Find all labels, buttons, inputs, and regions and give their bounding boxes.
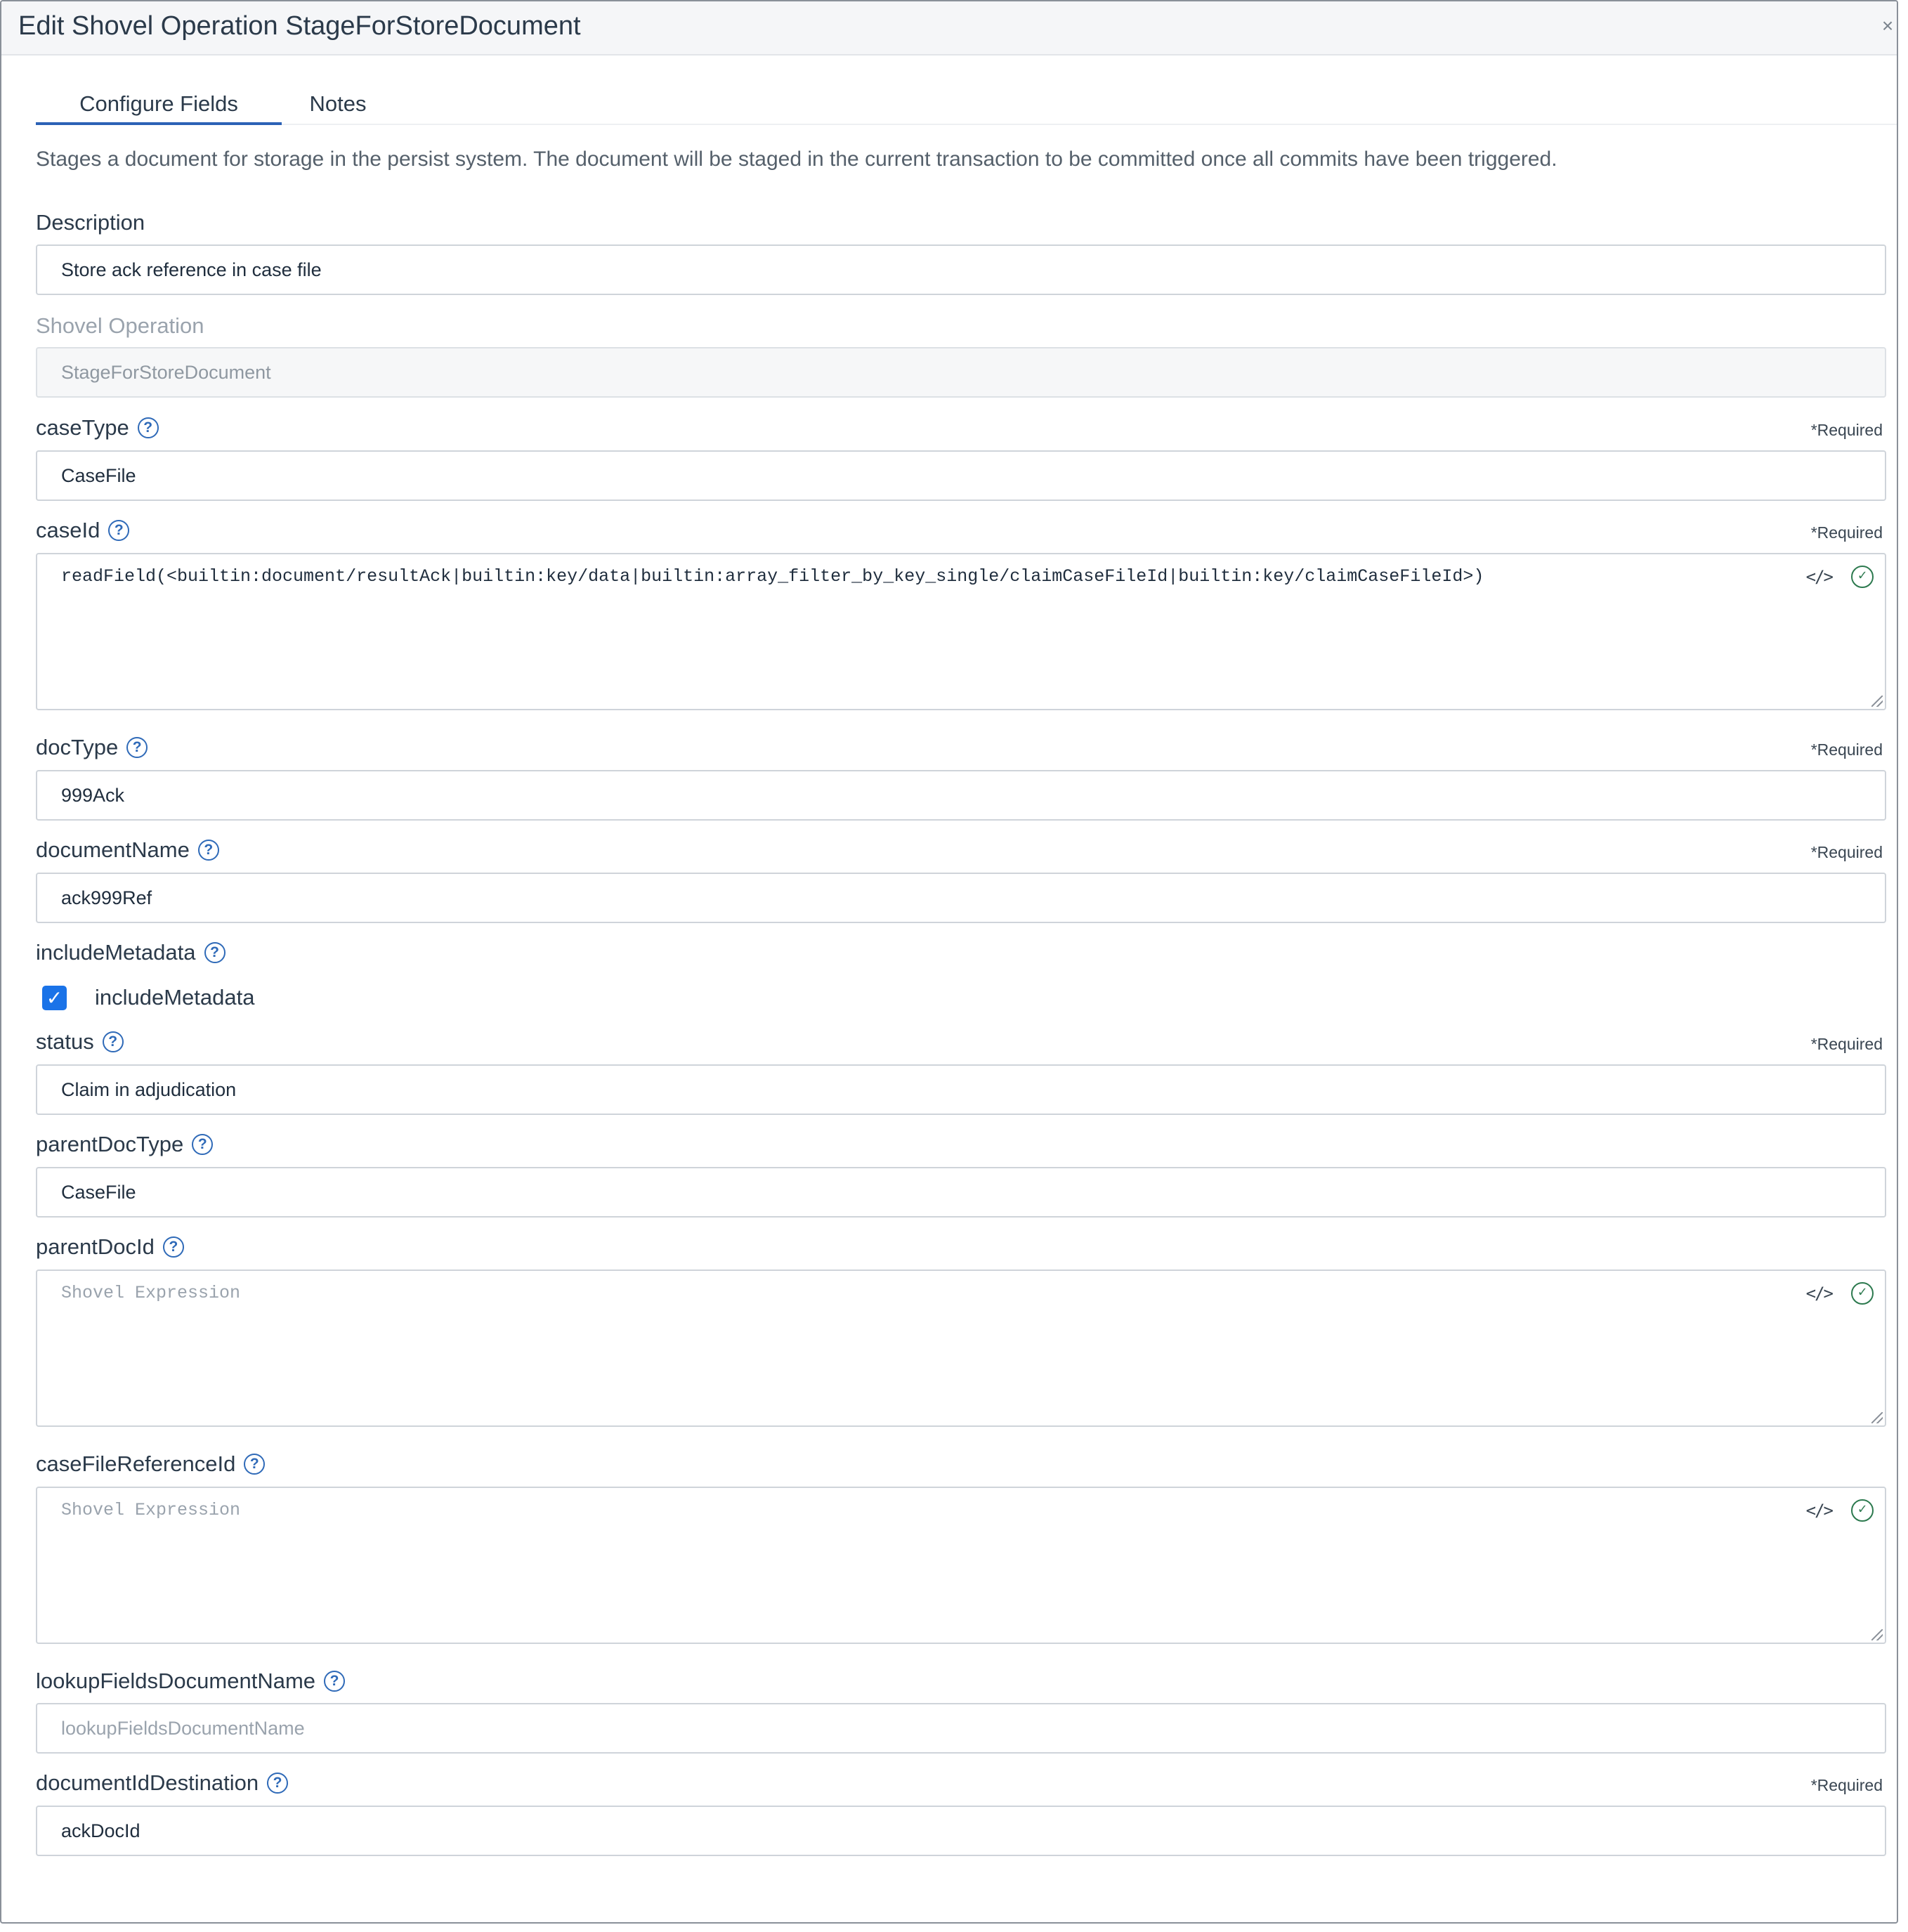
required-indicator: *Required: [1810, 1035, 1883, 1053]
tab-bar: Configure Fields Notes: [36, 82, 1897, 125]
shovel-operation-input: StageForStoreDocument: [36, 347, 1886, 398]
include-metadata-checkbox[interactable]: ✓: [42, 985, 67, 1010]
help-icon[interactable]: ?: [162, 1236, 184, 1258]
case-id-label: caseId ?: [36, 518, 130, 543]
shovel-operation-label-text: Shovel Operation: [36, 313, 204, 338]
include-metadata-checkbox-label[interactable]: includeMetadata: [95, 985, 255, 1010]
help-icon[interactable]: ?: [192, 1134, 214, 1155]
case-file-reference-id-placeholder: Shovel Expression: [61, 1500, 241, 1520]
parent-doc-type-label-text: parentDocType: [36, 1132, 184, 1156]
include-metadata-label: includeMetadata ?: [36, 940, 226, 965]
parent-doc-id-placeholder: Shovel Expression: [61, 1283, 241, 1303]
validate-check-icon[interactable]: ✓: [1851, 566, 1874, 588]
required-indicator: *Required: [1810, 421, 1883, 439]
tab-configure-fields[interactable]: Configure Fields: [36, 82, 282, 125]
case-id-expression-text: readField(<builtin:document/resultAck|bu…: [61, 566, 1484, 587]
case-file-reference-id-expression-field[interactable]: Shovel Expression </> ✓: [36, 1487, 1886, 1644]
code-icon[interactable]: </>: [1806, 1284, 1834, 1303]
modal-title: Edit Shovel Operation StageForStoreDocum…: [18, 11, 581, 41]
help-icon[interactable]: ?: [197, 840, 219, 861]
help-icon[interactable]: ?: [267, 1773, 289, 1794]
parent-doc-type-input[interactable]: CaseFile: [36, 1167, 1886, 1218]
include-metadata-checkbox-row: ✓ includeMetadata: [42, 985, 255, 1010]
help-icon[interactable]: ?: [244, 1454, 266, 1475]
document-id-destination-label: documentIdDestination ?: [36, 1770, 289, 1796]
description-label-text: Description: [36, 210, 145, 235]
description-input[interactable]: Store ack reference in case file: [36, 244, 1886, 295]
code-icon[interactable]: </>: [1806, 1501, 1834, 1520]
close-icon[interactable]: ×: [1878, 15, 1897, 37]
resize-handle[interactable]: [1871, 696, 1883, 707]
document-name-input[interactable]: ack999Ref: [36, 873, 1886, 923]
include-metadata-label-text: includeMetadata: [36, 940, 196, 965]
case-type-input[interactable]: CaseFile: [36, 450, 1886, 501]
parent-doc-id-label: parentDocId ?: [36, 1234, 184, 1260]
doc-type-input[interactable]: 999Ack: [36, 770, 1886, 821]
case-type-label-text: caseType: [36, 415, 129, 440]
document-id-destination-label-text: documentIdDestination: [36, 1770, 259, 1795]
resize-handle[interactable]: [1871, 1629, 1883, 1640]
parent-doc-id-expression-field[interactable]: Shovel Expression </> ✓: [36, 1269, 1886, 1427]
operation-description-text: Stages a document for storage in the per…: [36, 148, 1557, 171]
validate-check-icon[interactable]: ✓: [1851, 1282, 1874, 1305]
case-id-expression-field[interactable]: readField(<builtin:document/resultAck|bu…: [36, 553, 1886, 710]
status-label: status ?: [36, 1029, 124, 1055]
tab-notes[interactable]: Notes: [299, 82, 377, 125]
modal-header: Edit Shovel Operation StageForStoreDocum…: [1, 1, 1897, 56]
parent-doc-type-label: parentDocType ?: [36, 1132, 214, 1157]
parent-doc-id-label-text: parentDocId: [36, 1234, 155, 1259]
required-indicator: *Required: [1810, 843, 1883, 861]
help-icon[interactable]: ?: [102, 1031, 124, 1052]
doc-type-label-text: docType: [36, 735, 119, 759]
help-icon[interactable]: ?: [108, 520, 130, 541]
required-indicator: *Required: [1810, 740, 1883, 759]
resize-handle[interactable]: [1871, 1412, 1883, 1423]
document-id-destination-input[interactable]: ackDocId: [36, 1806, 1886, 1856]
help-icon[interactable]: ?: [137, 417, 159, 438]
required-indicator: *Required: [1810, 523, 1883, 542]
status-label-text: status: [36, 1029, 94, 1054]
lookup-fields-document-name-label-text: lookupFieldsDocumentName: [36, 1669, 316, 1693]
help-icon[interactable]: ?: [126, 737, 148, 758]
case-id-label-text: caseId: [36, 518, 100, 542]
case-file-reference-id-label: caseFileReferenceId ?: [36, 1451, 266, 1477]
lookup-fields-document-name-label: lookupFieldsDocumentName ?: [36, 1669, 346, 1694]
doc-type-label: docType ?: [36, 735, 148, 760]
lookup-fields-document-name-input[interactable]: lookupFieldsDocumentName: [36, 1703, 1886, 1754]
description-label: Description: [36, 210, 145, 235]
edit-operation-modal: Edit Shovel Operation StageForStoreDocum…: [0, 0, 1898, 1924]
code-icon[interactable]: </>: [1806, 567, 1834, 587]
help-icon[interactable]: ?: [204, 942, 226, 963]
shovel-operation-label: Shovel Operation: [36, 313, 204, 339]
case-type-label: caseType ?: [36, 415, 159, 440]
help-icon[interactable]: ?: [324, 1671, 346, 1692]
required-indicator: *Required: [1810, 1776, 1883, 1794]
case-file-reference-id-label-text: caseFileReferenceId: [36, 1451, 236, 1476]
document-name-label-text: documentName: [36, 837, 190, 862]
validate-check-icon[interactable]: ✓: [1851, 1499, 1874, 1522]
document-name-label: documentName ?: [36, 837, 219, 863]
status-input[interactable]: Claim in adjudication: [36, 1064, 1886, 1115]
